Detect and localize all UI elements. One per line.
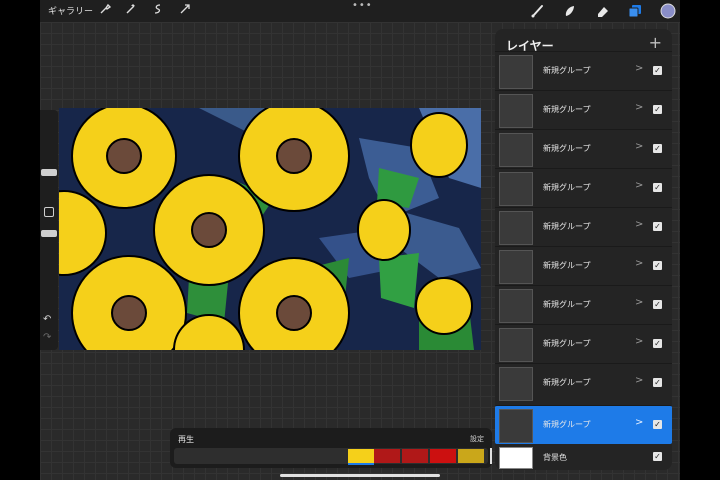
- chevron-right-icon[interactable]: >: [635, 297, 643, 308]
- layer-row[interactable]: 新規グループ > ✓: [495, 324, 672, 363]
- layer-name: 新規グループ: [543, 420, 591, 429]
- left-sidebar: ↶ ↷: [40, 110, 58, 350]
- settings-button[interactable]: 設定: [470, 434, 484, 444]
- chevron-right-icon[interactable]: >: [635, 141, 643, 152]
- background-color-thumbnail: [499, 447, 533, 469]
- gallery-button[interactable]: ギャラリー: [48, 4, 93, 17]
- layer-name: 新規グループ: [543, 378, 591, 387]
- redo-button[interactable]: ↷: [43, 332, 51, 343]
- background-color-row[interactable]: 背景色 ✓: [495, 444, 672, 480]
- sunflower-artwork: [59, 108, 481, 350]
- layer-thumbnail: [499, 94, 533, 128]
- sunflower-bud: [357, 199, 411, 261]
- procreate-app: ギャラリー ••• ↶ ↷ レイヤー + 新規グループ > ✓ 新規グループ >…: [40, 0, 680, 480]
- layer-name: 新規グループ: [543, 183, 591, 192]
- frame-timeline[interactable]: [174, 448, 492, 465]
- visibility-checkbox[interactable]: ✓: [653, 452, 662, 461]
- layer-thumbnail: [499, 250, 533, 284]
- layer-thumbnail: [499, 172, 533, 206]
- layer-thumbnail: [499, 409, 533, 443]
- chevron-right-icon[interactable]: >: [635, 258, 643, 269]
- layer-row[interactable]: 新規グループ > ✓: [495, 129, 672, 168]
- frame-thumbnail[interactable]: [348, 449, 374, 465]
- visibility-checkbox[interactable]: ✓: [653, 420, 662, 429]
- chevron-right-icon[interactable]: >: [635, 417, 643, 428]
- layer-name: 新規グループ: [543, 66, 591, 75]
- animation-assist-bar: 再生 設定: [170, 428, 492, 468]
- layer-name: 新規グループ: [543, 105, 591, 114]
- frame-thumbnail[interactable]: [402, 449, 428, 463]
- layer-row[interactable]: 新規グループ > ✓: [495, 90, 672, 129]
- color-swatch-icon[interactable]: [660, 3, 676, 19]
- layer-thumbnail: [499, 133, 533, 167]
- artwork-canvas[interactable]: [59, 108, 481, 350]
- wrench-icon[interactable]: [98, 3, 112, 17]
- layer-thumbnail: [499, 367, 533, 401]
- undo-button[interactable]: ↶: [43, 314, 51, 325]
- layers-icon[interactable]: [627, 3, 643, 19]
- opacity-slider[interactable]: [41, 230, 57, 237]
- layer-row[interactable]: 新規グループ > ✓: [495, 285, 672, 324]
- layer-row-selected[interactable]: 新規グループ > ✓: [495, 405, 672, 444]
- layer-name: 新規グループ: [543, 300, 591, 309]
- frame-thumbnail[interactable]: [458, 449, 484, 463]
- layer-row[interactable]: 新規グループ > ✓: [495, 363, 672, 402]
- layer-thumbnail: [499, 328, 533, 362]
- visibility-checkbox[interactable]: ✓: [653, 300, 662, 309]
- play-button[interactable]: 再生: [178, 434, 194, 445]
- sunflower: [238, 108, 350, 212]
- visibility-checkbox[interactable]: ✓: [653, 339, 662, 348]
- layer-name: 新規グループ: [543, 261, 591, 270]
- transform-arrow-icon[interactable]: [178, 3, 192, 17]
- layer-name: 新規グループ: [543, 339, 591, 348]
- modify-button[interactable]: [44, 207, 54, 217]
- sunflower: [153, 174, 265, 286]
- selection-icon[interactable]: [151, 3, 165, 17]
- chevron-right-icon[interactable]: >: [635, 219, 643, 230]
- visibility-checkbox[interactable]: ✓: [653, 183, 662, 192]
- layer-row[interactable]: 新規グループ > ✓: [495, 246, 672, 285]
- frame-thumbnail[interactable]: [374, 449, 400, 463]
- visibility-checkbox[interactable]: ✓: [653, 378, 662, 387]
- layer-name: 新規グループ: [543, 222, 591, 231]
- letterbox-right: [680, 0, 720, 480]
- layer-thumbnail: [499, 211, 533, 245]
- chevron-right-icon[interactable]: >: [635, 180, 643, 191]
- layer-row[interactable]: 新規グループ > ✓: [495, 207, 672, 246]
- top-toolbar: ギャラリー •••: [40, 0, 680, 22]
- sunflower-bud: [410, 112, 468, 178]
- visibility-checkbox[interactable]: ✓: [653, 222, 662, 231]
- playhead[interactable]: [490, 448, 492, 464]
- brush-size-slider[interactable]: [41, 169, 57, 176]
- more-options[interactable]: •••: [352, 0, 373, 11]
- background-color-label: 背景色: [543, 453, 567, 462]
- letterbox-left: [0, 0, 40, 480]
- brush-icon[interactable]: [530, 3, 546, 19]
- sunflower: [71, 255, 187, 350]
- layer-row[interactable]: 新規グループ > ✓: [495, 168, 672, 207]
- visibility-checkbox[interactable]: ✓: [653, 261, 662, 270]
- frame-thumbnail[interactable]: [430, 449, 456, 463]
- sunflower-bud: [415, 277, 473, 335]
- layer-thumbnail: [499, 289, 533, 323]
- visibility-checkbox[interactable]: ✓: [653, 144, 662, 153]
- visibility-checkbox[interactable]: ✓: [653, 105, 662, 114]
- smudge-icon[interactable]: [562, 3, 578, 19]
- magic-wand-icon[interactable]: [124, 3, 138, 17]
- layer-name: 新規グループ: [543, 144, 591, 153]
- chevron-right-icon[interactable]: >: [635, 63, 643, 74]
- eraser-icon[interactable]: [595, 3, 611, 19]
- sunflower: [71, 108, 177, 209]
- add-layer-button[interactable]: +: [649, 33, 662, 52]
- home-indicator[interactable]: [280, 474, 440, 477]
- sunflower: [59, 190, 107, 276]
- chevron-right-icon[interactable]: >: [635, 336, 643, 347]
- layer-thumbnail: [499, 55, 533, 89]
- layer-row[interactable]: 新規グループ > ✓: [495, 51, 672, 90]
- chevron-right-icon[interactable]: >: [635, 375, 643, 386]
- visibility-checkbox[interactable]: ✓: [653, 66, 662, 75]
- chevron-right-icon[interactable]: >: [635, 102, 643, 113]
- layers-panel: レイヤー + 新規グループ > ✓ 新規グループ > ✓ 新規グループ > ✓ …: [495, 29, 672, 470]
